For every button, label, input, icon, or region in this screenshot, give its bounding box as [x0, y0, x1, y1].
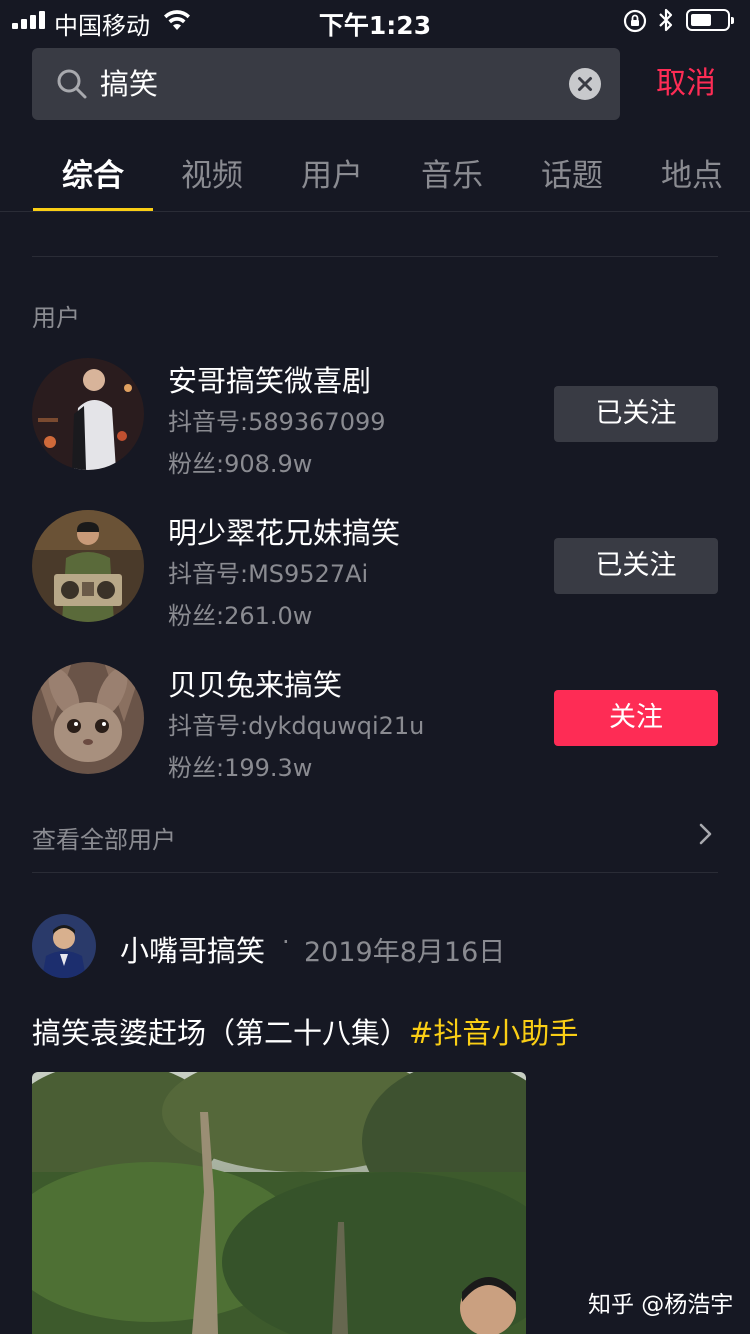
user-fans-count: 粉丝:199.3w	[168, 754, 313, 782]
tab-comprehensive[interactable]: 综合	[33, 150, 153, 195]
user-avatar[interactable]	[32, 662, 144, 774]
user-name: 贝贝兔来搞笑	[168, 668, 343, 702]
user-douyin-id: 抖音号:MS9527Ai	[168, 560, 369, 588]
result-tabs: 综合 视频 用户 音乐 话题 地点	[0, 140, 750, 212]
clear-icon[interactable]	[569, 68, 601, 100]
users-section-title: 用户	[32, 304, 80, 332]
user-avatar[interactable]	[32, 510, 144, 622]
user-row[interactable]: 贝贝兔来搞笑 抖音号:dykdquwqi21u 粉丝:199.3w 关注	[0, 662, 750, 802]
search-input[interactable]	[100, 48, 540, 120]
chevron-right-icon[interactable]	[698, 822, 714, 846]
see-all-users-link[interactable]: 查看全部用户	[32, 820, 176, 855]
watermark: 知乎 @杨浩宇	[588, 1292, 734, 1318]
battery-icon	[686, 9, 734, 31]
user-avatar[interactable]	[32, 358, 144, 470]
user-row[interactable]: 明少翠花兄妹搞笑 抖音号:MS9527Ai 粉丝:261.0w 已关注	[0, 510, 750, 650]
search-results-screen: 中国移动 下午1:23 取消	[0, 0, 750, 1334]
follow-button[interactable]: 关注	[554, 690, 718, 746]
tab-places[interactable]: 地点	[632, 150, 750, 195]
search-icon	[57, 69, 87, 99]
section-divider	[32, 256, 718, 257]
user-douyin-id: 抖音号:dykdquwqi21u	[168, 712, 425, 740]
video-thumbnail[interactable]	[32, 1072, 526, 1334]
status-bar: 中国移动 下午1:23	[0, 0, 750, 40]
tab-videos[interactable]: 视频	[152, 150, 272, 195]
user-fans-count: 粉丝:261.0w	[168, 602, 313, 630]
post-hashtag[interactable]: #抖音小助手	[409, 1016, 578, 1050]
user-name: 安哥搞笑微喜剧	[168, 364, 372, 398]
bluetooth-icon	[659, 8, 673, 32]
followed-button[interactable]: 已关注	[554, 386, 718, 442]
followed-button[interactable]: 已关注	[554, 538, 718, 594]
user-name: 明少翠花兄妹搞笑	[168, 516, 401, 550]
post-author-name[interactable]: 小嘴哥搞笑	[120, 928, 265, 970]
tab-topics[interactable]: 话题	[512, 150, 632, 195]
post-caption-text: 搞笑袁婆赶场（第二十八集）	[32, 1016, 410, 1050]
user-row[interactable]: 安哥搞笑微喜剧 抖音号:589367099 粉丝:908.9w 已关注	[0, 358, 750, 498]
tab-users[interactable]: 用户	[272, 150, 392, 195]
section-divider	[32, 872, 718, 873]
cancel-button[interactable]: 取消	[646, 58, 726, 110]
user-fans-count: 粉丝:908.9w	[168, 450, 313, 478]
post-author-avatar[interactable]	[32, 914, 96, 978]
search-bar[interactable]	[32, 48, 620, 120]
post-separator: ·	[282, 928, 290, 956]
rotation-lock-icon	[623, 9, 647, 33]
post-date: 2019年8月16日	[304, 937, 506, 968]
post-caption[interactable]: 搞笑袁婆赶场（第二十八集）#抖音小助手	[32, 1010, 578, 1052]
tabs-divider	[0, 211, 750, 212]
tab-music[interactable]: 音乐	[392, 150, 512, 195]
user-douyin-id: 抖音号:589367099	[168, 408, 386, 436]
